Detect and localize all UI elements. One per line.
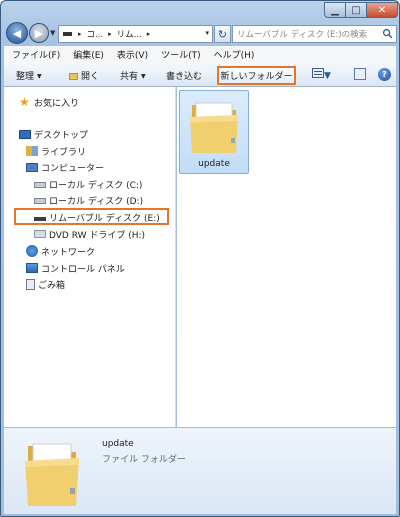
nav-item-desktop[interactable]: デスクトップ [19, 127, 88, 141]
recent-pages-dropdown-icon[interactable]: ▼ [50, 29, 55, 37]
burn-button[interactable]: 書き込む [166, 69, 202, 82]
search-input[interactable]: リムーバブル ディスク (E:)の検索 [232, 25, 397, 43]
explorer-window: ▁ □ ✕ ◀ ▶ ▼ ▸ コ... ▸ リム... ▸ ▾ ↻ リムーバブル … [0, 0, 400, 517]
command-bar: 整理 ▼ 開く 共有 ▼ 書き込む 新しいフォルダー ▼ ? [4, 63, 396, 87]
organize-label: 整理 [16, 72, 35, 82]
breadcrumb-separator[interactable]: ▸ [144, 30, 154, 38]
desktop-icon [19, 129, 31, 139]
nav-item-label: DVD RW ドライブ (H:) [49, 230, 146, 241]
menu-tools[interactable]: ツール(T) [161, 48, 201, 61]
nav-item-label: ローカル ディスク (D:) [49, 196, 144, 207]
nav-item-control-panel[interactable]: コントロール パネル [26, 261, 125, 275]
back-button[interactable]: ◀ [6, 22, 28, 44]
forward-button[interactable]: ▶ [29, 23, 49, 43]
file-list[interactable]: update [177, 87, 396, 427]
nav-item-label: デスクトップ [34, 130, 89, 141]
help-icon[interactable]: ? [378, 68, 391, 81]
search-placeholder: リムーバブル ディスク (E:)の検索 [237, 30, 368, 40]
nav-item-network[interactable]: ネットワーク [26, 244, 95, 258]
folder-item[interactable]: update [179, 90, 249, 174]
details-file-type: ファイル フォルダー [102, 455, 186, 465]
chevron-down-icon: ▼ [37, 73, 42, 80]
menu-view[interactable]: 表示(V) [117, 48, 148, 61]
breadcrumb-removable[interactable]: リム... [115, 28, 144, 40]
hard-disk-icon [34, 182, 46, 188]
dvd-drive-icon [34, 230, 46, 238]
preview-pane-icon[interactable] [354, 68, 366, 80]
nav-item-favorites[interactable]: ★ お気に入り [19, 95, 79, 109]
navigation-pane: ★ お気に入り デスクトップ ライブラリ コンピューター ローカル ディスク (… [4, 87, 176, 427]
nav-item-label: コントロール パネル [41, 264, 125, 275]
details-pane: update ファイル フォルダー [4, 427, 396, 514]
star-icon: ★ [19, 95, 30, 109]
search-icon[interactable] [382, 28, 393, 39]
details-file-name: update [102, 439, 134, 449]
nav-item-computer[interactable]: コンピューター [26, 160, 104, 174]
folder-name: update [198, 159, 230, 169]
folder-icon [25, 443, 79, 506]
nav-item-local-disk-d[interactable]: ローカル ディスク (D:) [34, 193, 143, 207]
control-panel-icon [26, 263, 38, 273]
folder-icon [190, 102, 238, 153]
address-dropdown-icon[interactable]: ▾ [205, 29, 209, 37]
breadcrumb-separator[interactable]: ▸ [75, 30, 85, 38]
menu-bar: ファイル(F) 編集(E) 表示(V) ツール(T) ヘルプ(H) [4, 46, 396, 63]
address-bar[interactable]: ▸ コ... ▸ リム... ▸ ▾ [58, 25, 213, 43]
computer-icon [26, 162, 38, 172]
open-button[interactable]: 開く [69, 69, 99, 82]
drive-icon [63, 32, 72, 36]
minimize-button[interactable]: ▁ [324, 2, 346, 18]
open-label: 開く [81, 72, 100, 82]
menu-file[interactable]: ファイル(F) [12, 48, 60, 61]
nav-item-libraries[interactable]: ライブラリ [26, 144, 86, 158]
share-label: 共有 [120, 72, 139, 82]
nav-item-label: お気に入り [34, 98, 80, 109]
recycle-bin-icon [26, 278, 35, 290]
close-button[interactable]: ✕ [366, 2, 398, 18]
nav-item-label: ネットワーク [41, 247, 96, 258]
organize-button[interactable]: 整理 ▼ [16, 69, 42, 82]
nav-item-dvd-drive-h[interactable]: DVD RW ドライブ (H:) [34, 227, 145, 241]
refresh-button[interactable]: ↻ [214, 25, 231, 43]
menu-help[interactable]: ヘルプ(H) [214, 48, 255, 61]
open-folder-icon [69, 73, 78, 80]
breadcrumb-computer[interactable]: コ... [85, 28, 106, 40]
change-view-button[interactable]: ▼ [312, 68, 331, 81]
new-folder-button[interactable]: 新しいフォルダー [217, 66, 296, 85]
hard-disk-icon [34, 198, 46, 204]
library-icon [26, 146, 38, 156]
nav-item-label: コンピューター [41, 163, 105, 174]
network-icon [26, 245, 38, 257]
nav-item-label: ローカル ディスク (C:) [49, 180, 143, 191]
nav-item-label: ごみ箱 [38, 280, 66, 291]
view-icon [312, 68, 324, 78]
nav-item-label: ライブラリ [41, 147, 87, 158]
menu-edit[interactable]: 編集(E) [73, 48, 104, 61]
nav-item-recycle-bin[interactable]: ごみ箱 [26, 277, 65, 291]
highlight-box [14, 208, 169, 225]
chevron-down-icon: ▼ [324, 71, 331, 81]
chevron-down-icon: ▼ [141, 73, 146, 80]
share-button[interactable]: 共有 ▼ [120, 69, 146, 82]
nav-item-local-disk-c[interactable]: ローカル ディスク (C:) [34, 177, 142, 191]
maximize-button[interactable]: □ [345, 2, 367, 18]
breadcrumb-separator[interactable]: ▸ [105, 30, 115, 38]
